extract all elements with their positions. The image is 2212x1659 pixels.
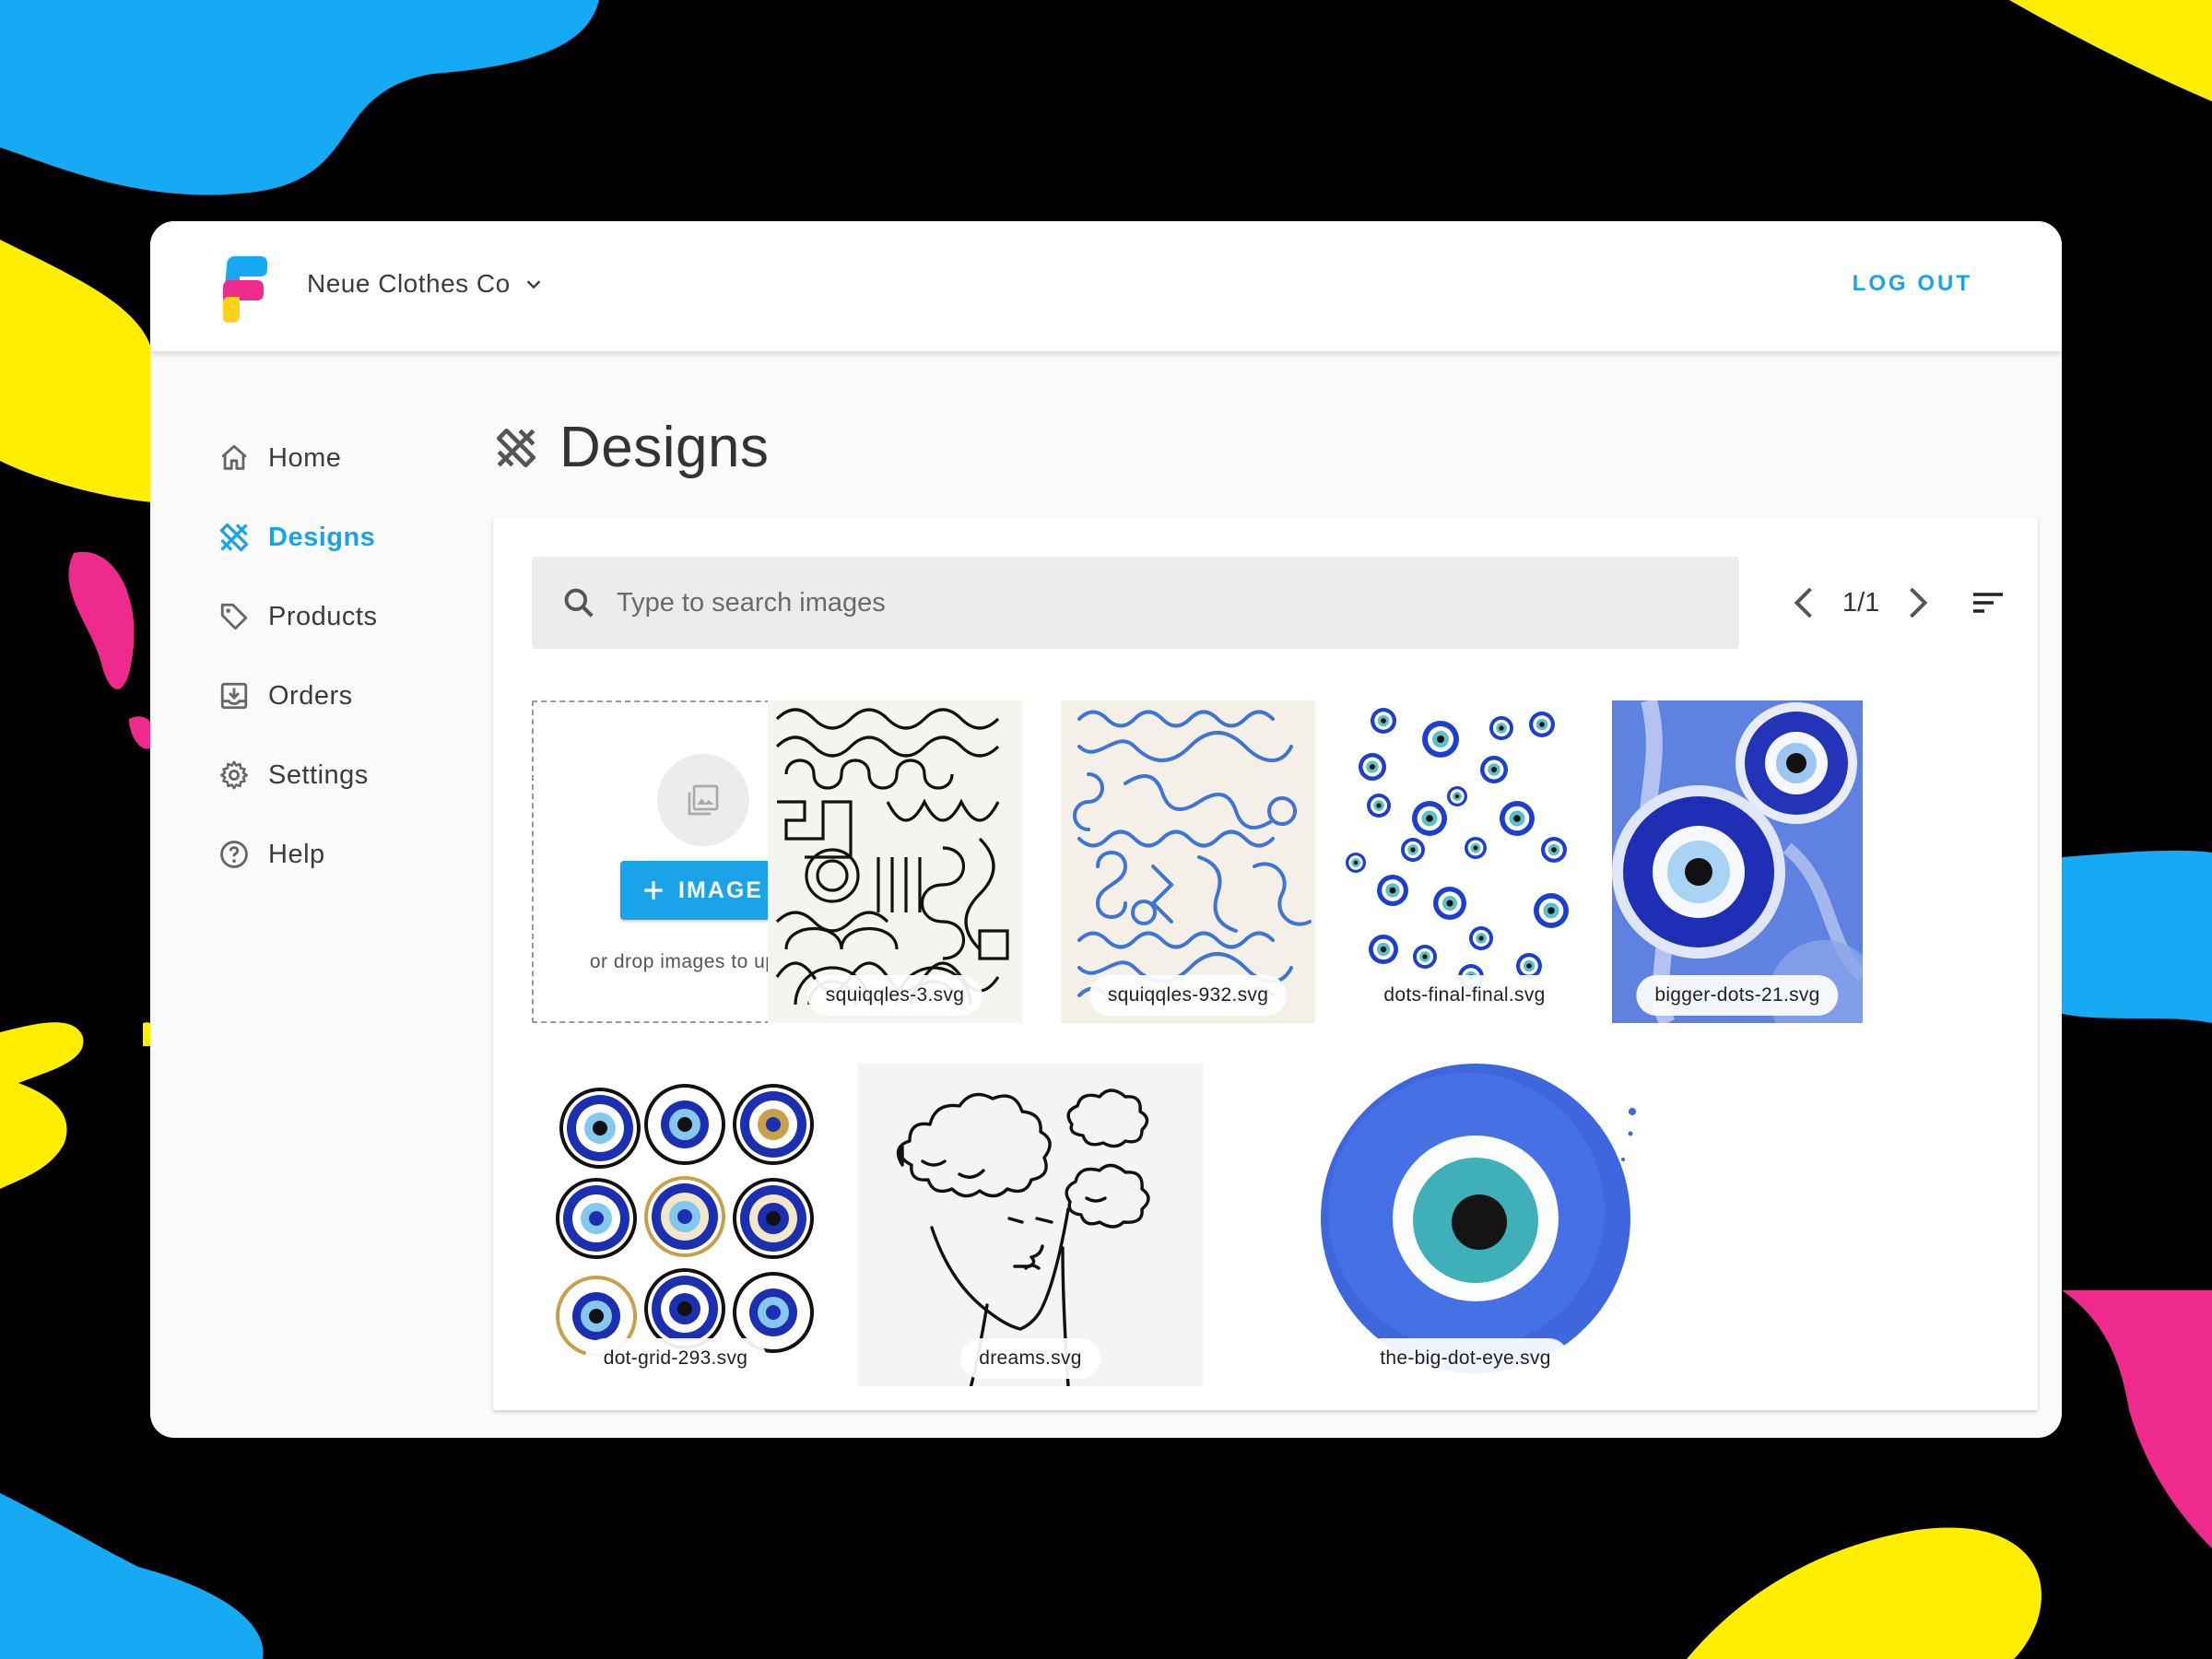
page-title: Designs: [559, 416, 770, 479]
add-image-button[interactable]: IMAGE: [620, 861, 784, 920]
tag-icon: [217, 599, 252, 634]
image-tile[interactable]: squiqqles-932.svg: [1061, 700, 1315, 1023]
org-switcher[interactable]: Neue Clothes Co: [307, 269, 544, 299]
image-tile[interactable]: dreams.svg: [858, 1064, 1203, 1386]
sidebar-item-products[interactable]: Products: [217, 577, 377, 656]
designs-panel: 1/1 IMAGE or drop images to upload: [493, 518, 2038, 1410]
image-filename: the-big-dot-eye.svg: [1361, 1338, 1570, 1379]
designs-icon: [496, 428, 536, 467]
sidebar-item-designs[interactable]: Designs: [217, 498, 377, 577]
next-page-button[interactable]: [1898, 573, 1938, 632]
logout-button[interactable]: LOG OUT: [1853, 271, 1972, 297]
sidebar-item-label: Settings: [268, 759, 369, 790]
add-image-label: IMAGE: [678, 877, 763, 903]
app-logo: [223, 256, 267, 323]
image-filename: dreams.svg: [960, 1338, 1100, 1379]
app-window: Neue Clothes Co LOG OUT Home Designs Pro…: [150, 221, 2062, 1438]
image-filename: bigger-dots-21.svg: [1636, 975, 1839, 1016]
designs-icon: [217, 520, 252, 555]
chevron-left-icon: [1794, 587, 1812, 618]
image-tile[interactable]: the-big-dot-eye.svg: [1295, 1064, 1636, 1386]
chevron-right-icon: [1910, 587, 1928, 618]
sidebar: Home Designs Products Orders Settings He…: [217, 418, 377, 894]
inbox-download-icon: [217, 678, 252, 713]
image-filename: dots-final-final.svg: [1365, 975, 1564, 1016]
plus-icon: [644, 881, 663, 900]
help-circle-icon: [217, 837, 252, 872]
chevron-down-icon: [526, 280, 540, 289]
page-header: Designs: [493, 415, 770, 480]
sidebar-item-label: Products: [268, 601, 378, 631]
sort-icon: [1973, 593, 2004, 613]
sidebar-item-home[interactable]: Home: [217, 418, 377, 498]
sidebar-item-help[interactable]: Help: [217, 815, 377, 894]
sort-button[interactable]: [1966, 581, 2010, 625]
org-name: Neue Clothes Co: [307, 269, 511, 298]
sidebar-item-orders[interactable]: Orders: [217, 656, 377, 735]
search-bar: [532, 557, 1739, 649]
search-input[interactable]: [617, 587, 1630, 618]
image-filename: squiqqles-932.svg: [1088, 975, 1288, 1016]
image-tile[interactable]: dots-final-final.svg: [1337, 700, 1592, 1023]
sidebar-item-label: Designs: [268, 522, 376, 552]
pagination: 1/1: [1783, 573, 2010, 632]
image-tile[interactable]: dot-grid-293.svg: [532, 1064, 819, 1386]
sidebar-item-settings[interactable]: Settings: [217, 735, 377, 815]
search-icon: [564, 588, 594, 618]
gear-icon: [217, 758, 252, 793]
image-placeholder-icon: [657, 754, 749, 846]
page-indicator: 1/1: [1842, 587, 1880, 618]
image-tile[interactable]: bigger-dots-21.svg: [1612, 700, 1863, 1023]
image-filename: dot-grid-293.svg: [584, 1338, 767, 1379]
prev-page-button[interactable]: [1783, 573, 1824, 632]
sidebar-item-label: Help: [268, 839, 325, 869]
top-bar: Neue Clothes Co LOG OUT: [150, 221, 2062, 352]
home-icon: [217, 441, 252, 476]
sidebar-item-label: Home: [268, 442, 342, 473]
image-filename: squiqqles-3.svg: [806, 975, 983, 1016]
image-tile[interactable]: squiqqles-3.svg: [768, 700, 1022, 1023]
sidebar-item-label: Orders: [268, 680, 353, 711]
